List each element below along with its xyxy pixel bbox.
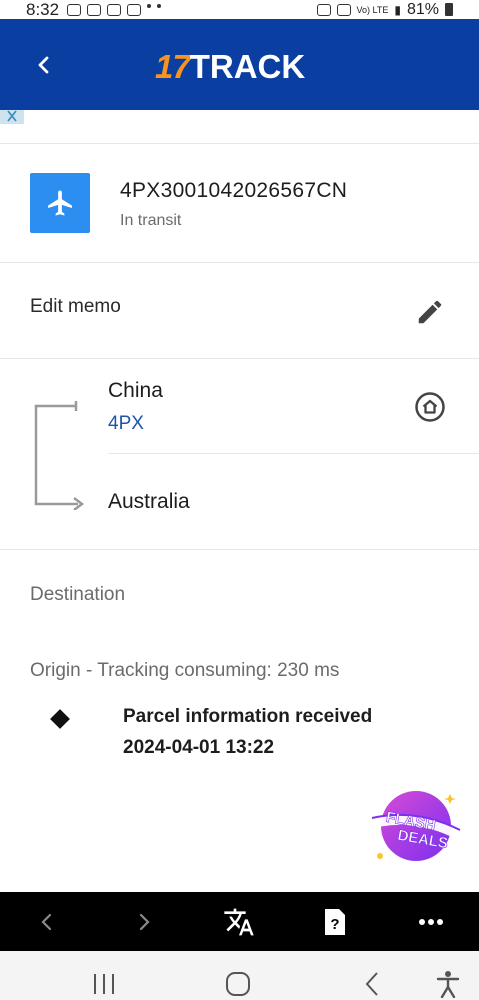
transport-mode-badge [30,173,90,233]
destination-country: Australia [108,490,190,513]
status-right: Vo) LTE ▮ 81% [316,0,453,19]
calendar-icon [127,3,142,16]
divider [0,143,479,144]
route-divider [108,453,479,454]
screen: 8:32 Vo) LTE ▮ 81% 17 TRACK 4PX300104202… [0,0,479,1000]
status-bar: 8:32 Vo) LTE ▮ 81% [0,0,479,19]
notification-icon [67,3,82,16]
divider [0,358,479,359]
event-time: 2024-04-01 13:22 [123,737,275,758]
ad-close-button[interactable] [0,110,24,124]
back-nav-icon [365,972,378,996]
route-bracket-icon [34,401,85,510]
notification-icon [87,3,102,16]
home-button-icon [226,972,250,996]
parcel-status: In transit [120,212,182,229]
key-icon [316,3,331,16]
system-navigation-bar [0,951,479,1000]
status-time: 8:32 [26,0,60,19]
carrier-home-button[interactable] [413,390,447,424]
translate-icon [224,908,254,935]
cloud-icon [147,3,152,8]
help-card-icon: ? [325,908,345,935]
recent-apps-button[interactable] [84,969,124,999]
brand-number: 17 [155,48,191,85]
edit-memo-button[interactable] [414,296,446,328]
home-nav-button[interactable] [218,969,258,999]
translate-button[interactable] [214,892,264,951]
flash-deals-badge[interactable]: FLASH DEALS [370,788,462,866]
more-icon [419,918,443,925]
accessibility-button[interactable] [428,969,468,999]
chevron-left-icon [38,56,49,74]
origin-country: China [108,379,163,402]
edit-memo-label[interactable]: Edit memo [30,296,121,318]
recent-apps-icon [94,974,114,994]
event-title: Parcel information received [123,706,373,727]
pencil-icon [418,300,442,324]
destination-section-label: Destination [30,584,126,605]
carrier-link[interactable]: 4PX [108,413,144,435]
battery-icon [445,3,453,16]
divider [0,262,479,263]
origin-section-label: Origin - Tracking consuming: 230 ms [30,660,340,681]
app-header: 17 TRACK [0,19,479,110]
signal-icon: ▮ [394,2,401,17]
browser-forward-button[interactable] [119,892,169,951]
image-icon [107,3,122,16]
system-back-button[interactable] [352,969,392,999]
dots-icon [157,3,162,8]
lock-icon [336,3,351,16]
divider [0,549,479,550]
airplane-icon [48,190,72,216]
accessibility-icon [436,971,460,998]
tracking-number: 4PX3001042026567CN [120,179,348,202]
close-icon [7,110,17,122]
browser-back-button[interactable] [22,892,72,951]
home-icon [415,392,445,422]
help-card-button[interactable]: ? [310,892,360,951]
battery-text: 81% [406,0,439,18]
brand-word: TRACK [189,48,306,85]
back-button[interactable] [28,49,60,81]
back-icon [41,913,52,930]
browser-toolbar: ? [0,892,479,951]
event-marker-icon [50,709,70,729]
forward-icon [139,913,150,930]
notification-icons [67,3,162,16]
more-options-button[interactable] [406,892,456,951]
brand-logo: 17 TRACK [155,47,305,87]
svg-text:?: ? [330,916,339,933]
network-label: Vo) LTE [356,4,389,15]
